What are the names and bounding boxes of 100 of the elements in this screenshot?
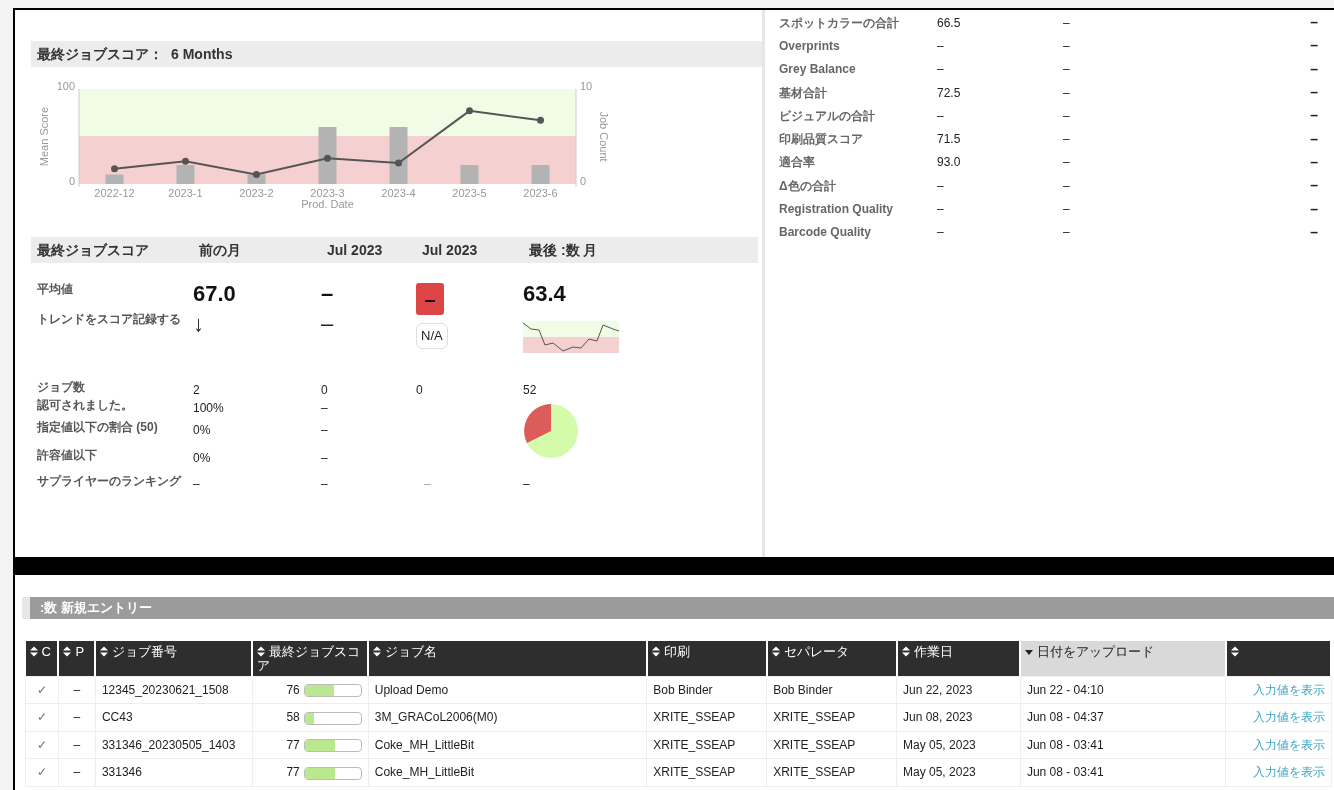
table-cell-text: 2	[193, 382, 201, 399]
metric-label: ビジュアルの合計	[779, 107, 876, 125]
score-value: 58	[286, 710, 300, 725]
section-header: :数 新規エントリー	[22, 597, 1334, 619]
metric-value: –	[1063, 224, 1071, 242]
metric-value: 66.5	[937, 14, 962, 32]
column-header[interactable]	[1225, 641, 1331, 676]
period-label: 6 Months	[171, 44, 233, 64]
metric-value: –	[1063, 131, 1071, 149]
table-cell: Jun 08 - 04:37	[1020, 703, 1226, 731]
metric-value: –	[1063, 177, 1071, 195]
score-value: 76	[286, 682, 300, 697]
point	[182, 157, 189, 165]
metric-value: –	[1309, 199, 1318, 219]
point	[537, 116, 544, 124]
metric-value: –	[1309, 36, 1318, 56]
column-header[interactable]: 印刷	[646, 641, 767, 676]
row-label: サプライヤーのランキング	[36, 475, 183, 490]
column-header[interactable]: P	[58, 641, 96, 676]
table-cell-text: 100%	[193, 400, 225, 417]
point	[466, 107, 473, 115]
column-header[interactable]: 最終ジョブスコア	[252, 641, 369, 676]
metric-value: –	[1309, 59, 1318, 79]
metric-value: –	[1063, 14, 1071, 32]
metric-value: –	[937, 107, 945, 125]
metric-label: Δ色の合計	[779, 177, 837, 195]
table-cell: 12345_20230621_1508	[95, 676, 253, 704]
axis-tick-label: 100	[56, 80, 75, 93]
metric-value: –	[1063, 84, 1071, 102]
table-cell-text: 0	[321, 382, 329, 399]
table-cell: –	[58, 703, 96, 731]
column-header: 前の月	[193, 237, 321, 263]
table-cell: XRITE_SSEAP	[766, 731, 897, 759]
table-cell: ✓	[25, 703, 59, 731]
metric-label: 印刷品質スコア	[779, 131, 864, 149]
column-header[interactable]: 作業日	[896, 641, 1021, 676]
column-header[interactable]: セパレータ	[766, 641, 897, 676]
sort-icon	[373, 646, 382, 657]
metric-label: スポットカラーの合計	[779, 14, 900, 32]
table-cell: 3M_GRACoL2006(M0)	[368, 703, 647, 731]
row-label: 平均値	[36, 283, 74, 298]
table-cell: May 05, 2023	[896, 731, 1021, 759]
column-header: 最後 :数 月	[523, 237, 758, 263]
axis-tick-label: 2023-5	[452, 187, 487, 199]
sort-icon	[771, 646, 780, 657]
table-cell: –	[58, 676, 96, 704]
table-cell-text: 0	[416, 382, 424, 399]
column-header[interactable]: C	[25, 641, 59, 676]
progress-bar	[303, 711, 362, 725]
score-value: –	[321, 283, 335, 308]
metric-value: 72.5	[937, 84, 962, 102]
axis-tick-label: 2023-2	[239, 187, 274, 199]
metric-value: 93.0	[937, 154, 962, 172]
row-label: 認可されました。	[36, 399, 134, 414]
table-cell: 331346	[95, 758, 253, 786]
axis-tick-label: 2023-4	[381, 187, 416, 199]
table-cell: ✓	[25, 758, 59, 786]
table-cell: Upload Demo	[368, 676, 647, 704]
point	[395, 159, 402, 167]
trend-value: –	[321, 313, 335, 338]
status-tag: N/A	[416, 323, 448, 349]
progress-bar	[303, 739, 362, 753]
table-cell: CC43	[95, 703, 253, 731]
table-cell: Jun 22 - 04:10	[1020, 676, 1226, 704]
table-cell: Bob Binder	[646, 676, 767, 704]
column-header[interactable]: 日付をアップロード	[1020, 641, 1226, 676]
axis-tick-label: 2023-1	[168, 187, 203, 199]
table-cell: May 05, 2023	[896, 758, 1021, 786]
table-cell: XRITE_SSEAP	[766, 758, 897, 786]
column-header[interactable]: ジョブ名	[368, 641, 647, 676]
metric-value: –	[1063, 154, 1071, 172]
table-cell: Jun 08 - 03:41	[1020, 758, 1226, 786]
table-cell: –	[58, 731, 96, 759]
metric-value: –	[937, 61, 945, 79]
column-header: 最終ジョブスコア	[31, 237, 193, 263]
metric-value: –	[1309, 13, 1318, 33]
metric-label: Registration Quality	[779, 201, 895, 218]
axis-tick-label: 2023-6	[523, 187, 558, 199]
row-label: ジョブ数	[36, 381, 86, 396]
table-cell-text: 52	[523, 382, 538, 399]
table-cell-text: –	[321, 400, 329, 417]
score-value: 63.4	[523, 283, 567, 308]
table-cell-text: –	[193, 476, 201, 493]
row-label: 許容値以下	[36, 449, 98, 464]
table-cell: XRITE_SSEAP	[646, 758, 767, 786]
axis-tick-label: 10	[580, 80, 593, 93]
metric-value: –	[937, 224, 945, 242]
table-cell: ✓	[25, 676, 59, 704]
point	[324, 154, 331, 162]
table-cell-text: –	[523, 476, 531, 493]
trend-value: ↓	[193, 313, 205, 338]
pie-chart-drawing	[523, 403, 579, 459]
table-cell-text: –	[321, 476, 329, 493]
metric-label: 基材合計	[779, 84, 828, 102]
column-header[interactable]: ジョブ番号	[95, 641, 253, 676]
point	[253, 171, 260, 178]
table-cell: XRITE_SSEAP	[766, 703, 897, 731]
table-cell: Jun 08, 2023	[896, 703, 1021, 731]
table-cell: Jun 22, 2023	[896, 676, 1021, 704]
metric-label: 適合率	[779, 154, 816, 172]
